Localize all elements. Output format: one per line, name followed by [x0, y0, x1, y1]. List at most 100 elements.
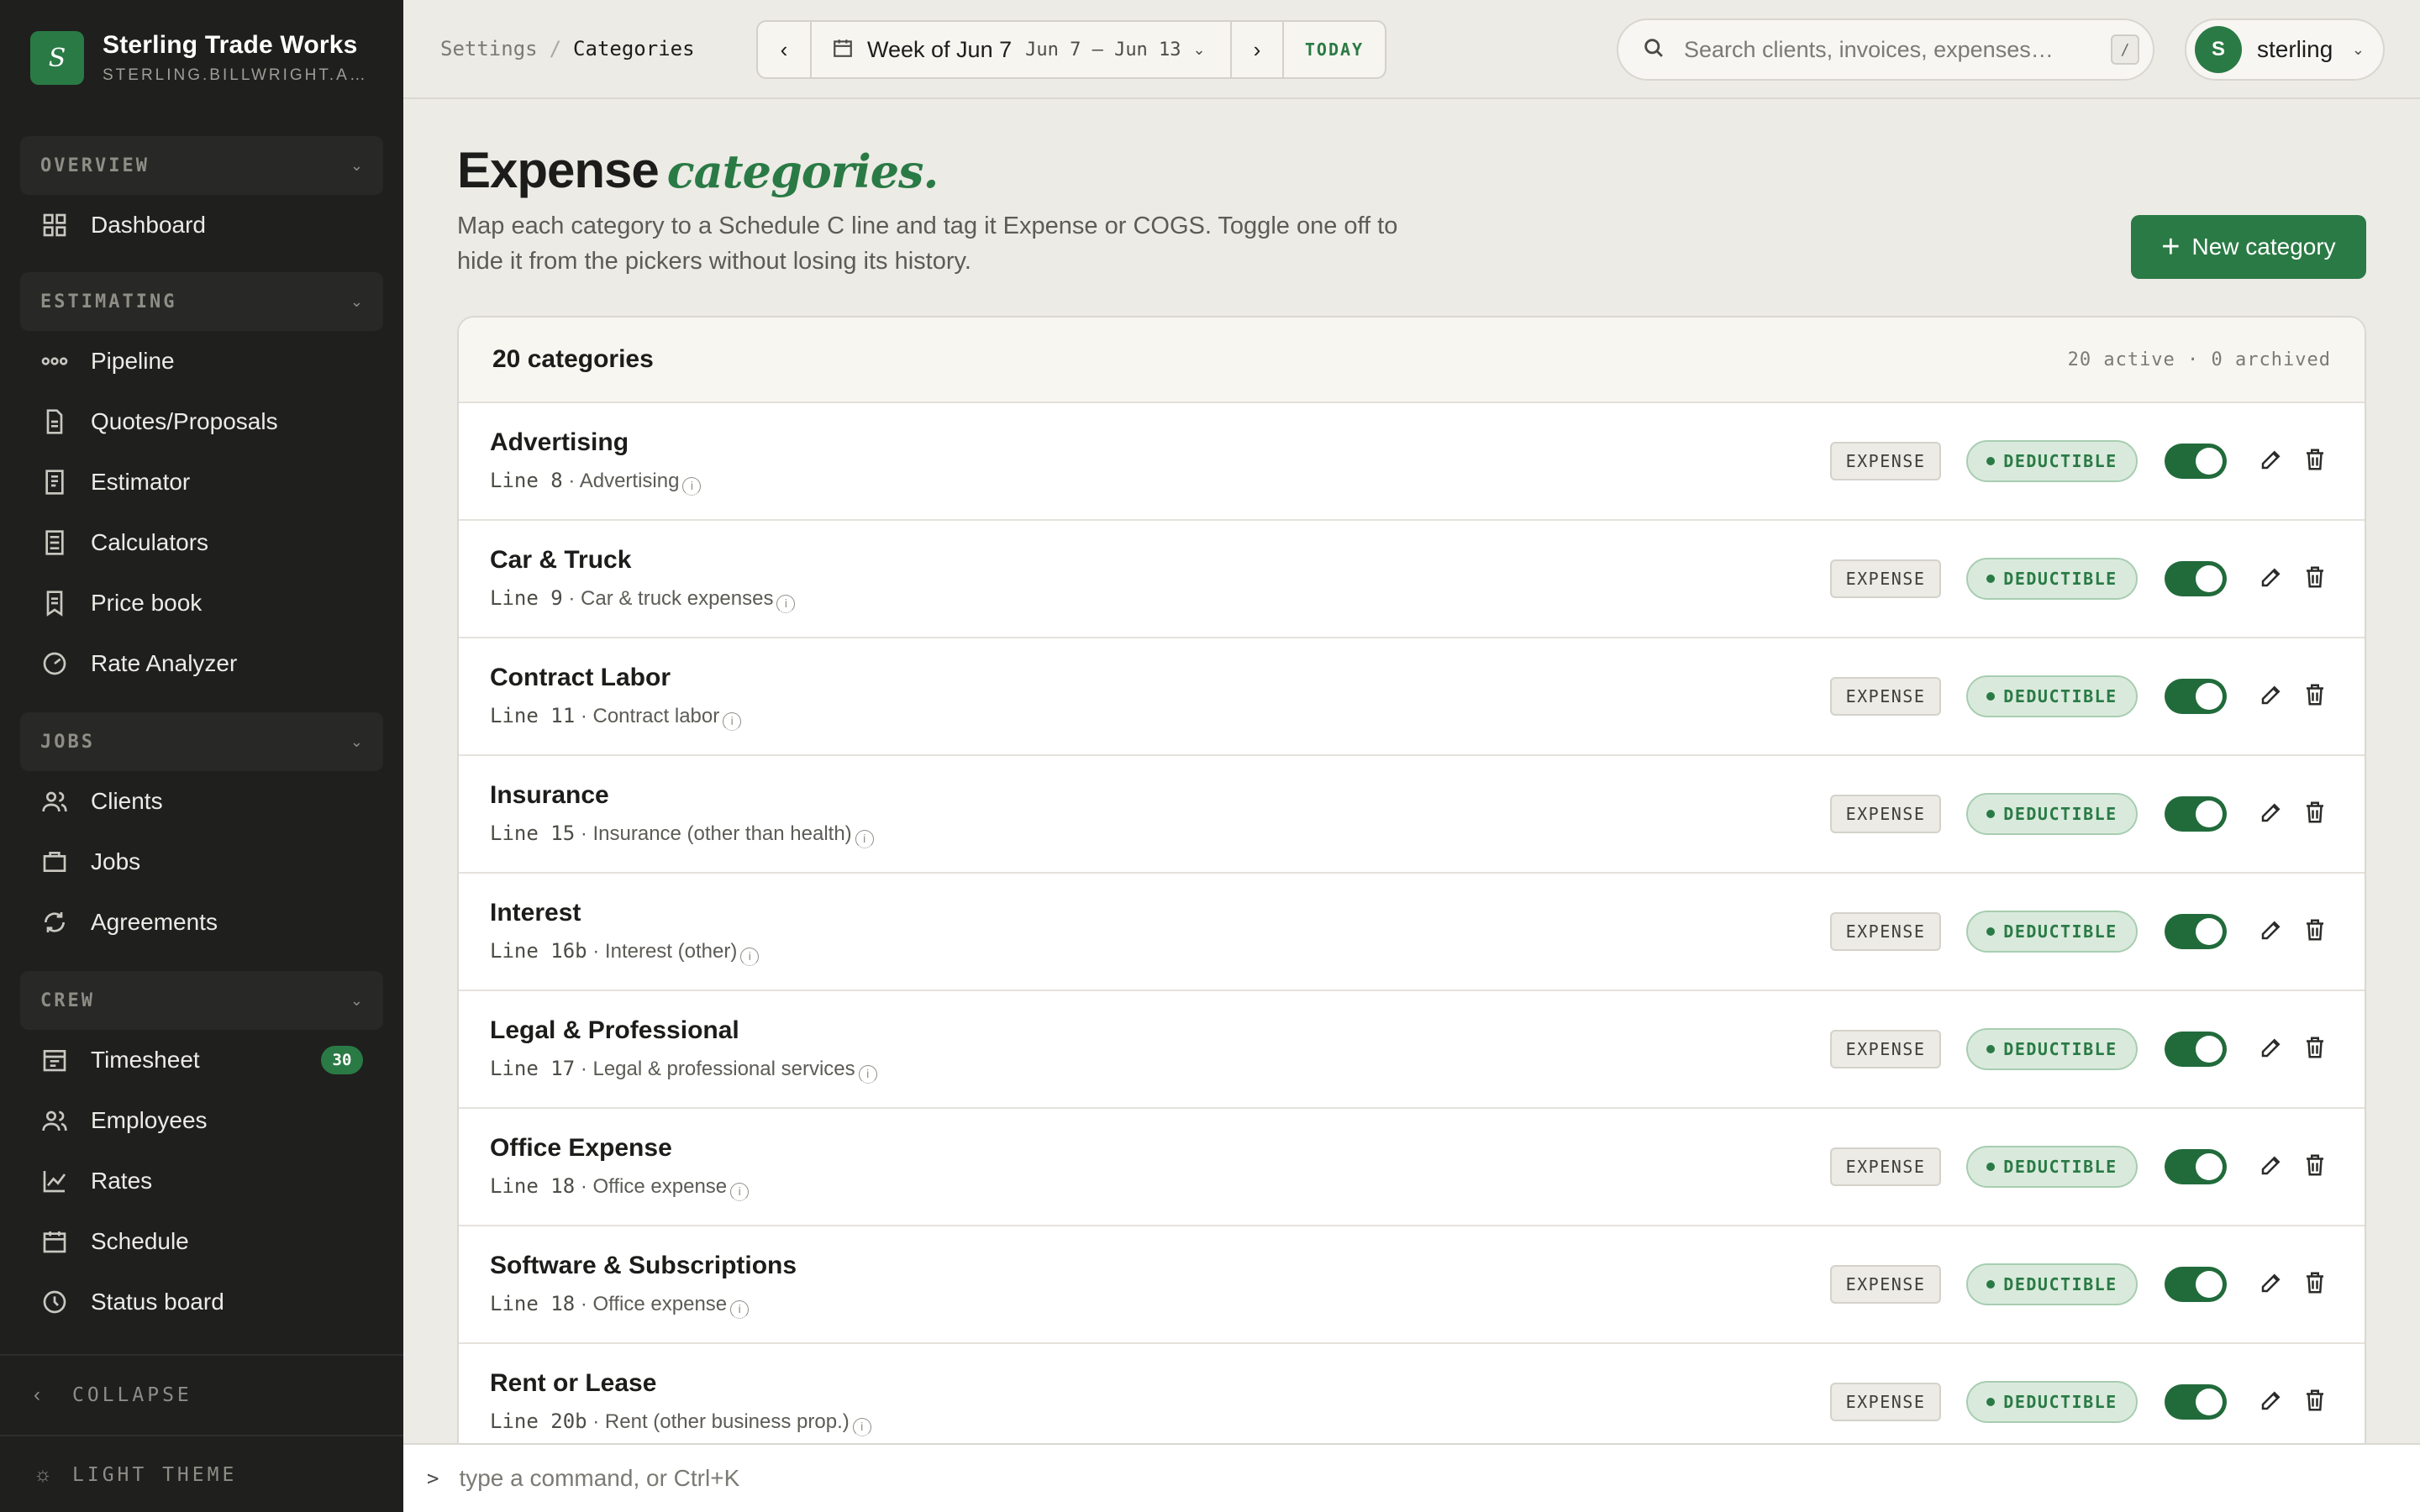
- type-badge: EXPENSE: [1830, 442, 1941, 480]
- trash-icon[interactable]: [2302, 682, 2329, 709]
- theme-toggle-button[interactable]: ☼ LIGHT THEME: [0, 1435, 403, 1512]
- sidebar-item-rates[interactable]: Rates: [20, 1151, 383, 1211]
- deductible-badge: DEDUCTIBLE: [1966, 1028, 2138, 1070]
- trash-icon[interactable]: [2302, 1035, 2329, 1062]
- sidebar-item-price-book[interactable]: Price book: [20, 573, 383, 633]
- trash-icon[interactable]: [2302, 800, 2329, 827]
- category-name[interactable]: Legal & Professional: [490, 1016, 739, 1045]
- brand[interactable]: S Sterling Trade Works STERLING.BILLWRIG…: [0, 0, 403, 116]
- enabled-toggle[interactable]: [2165, 796, 2227, 832]
- info-icon[interactable]: i: [855, 830, 874, 848]
- sidebar-item-clients[interactable]: Clients: [20, 771, 383, 832]
- info-icon[interactable]: i: [776, 595, 796, 613]
- status-dot-icon: [1986, 1398, 1996, 1406]
- trash-icon[interactable]: [2302, 917, 2329, 944]
- sidebar-item-schedule[interactable]: Schedule: [20, 1211, 383, 1272]
- refresh-icon: [40, 908, 69, 937]
- category-name[interactable]: Interest: [490, 899, 581, 927]
- edit-icon[interactable]: [2259, 564, 2286, 591]
- info-icon[interactable]: i: [723, 712, 742, 731]
- next-week-button[interactable]: ›: [1232, 22, 1284, 77]
- category-name[interactable]: Contract Labor: [490, 664, 671, 692]
- category-name[interactable]: Car & Truck: [490, 546, 631, 575]
- category-schedule-line: Line 11 · Contract labor i: [490, 704, 742, 731]
- edit-icon[interactable]: [2259, 1035, 2286, 1062]
- breadcrumb-settings[interactable]: Settings: [440, 37, 538, 60]
- prev-week-button[interactable]: ‹: [758, 22, 810, 77]
- enabled-toggle[interactable]: [2165, 1032, 2227, 1067]
- sidebar-item-jobs[interactable]: Jobs: [20, 832, 383, 892]
- enabled-toggle[interactable]: [2165, 1267, 2227, 1302]
- trash-icon[interactable]: [2302, 1270, 2329, 1297]
- edit-icon[interactable]: [2259, 800, 2286, 827]
- sidebar-item-calculators[interactable]: Calculators: [20, 512, 383, 573]
- schedule-line-number: Line 18: [490, 1174, 576, 1198]
- type-badge: EXPENSE: [1830, 912, 1941, 951]
- sidebar-item-rate-analyzer[interactable]: Rate Analyzer: [20, 633, 383, 694]
- info-icon[interactable]: i: [730, 1183, 750, 1201]
- sidebar-item-agreements[interactable]: Agreements: [20, 892, 383, 953]
- sidebar-item-timesheet[interactable]: Timesheet 30: [20, 1030, 383, 1090]
- category-row: Software & Subscriptions Line 18 · Office…: [459, 1226, 2365, 1344]
- chevron-down-icon: ⌄: [1192, 40, 1206, 58]
- info-icon[interactable]: i: [730, 1300, 750, 1319]
- command-prompt: >: [427, 1467, 439, 1490]
- chevron-left-icon: ‹: [780, 36, 788, 62]
- category-schedule-line: Line 9 · Car & truck expenses i: [490, 586, 796, 613]
- sidebar-item-dashboard[interactable]: Dashboard: [20, 195, 383, 255]
- trash-icon[interactable]: [2302, 447, 2329, 474]
- search-icon: [1642, 36, 1665, 64]
- enabled-toggle[interactable]: [2165, 1384, 2227, 1420]
- category-name[interactable]: Advertising: [490, 428, 629, 457]
- edit-icon[interactable]: [2259, 447, 2286, 474]
- sidebar-item-label: Rates: [91, 1168, 153, 1194]
- info-icon[interactable]: i: [740, 948, 760, 966]
- main-content: Expense categories. Map each category to …: [457, 99, 2366, 1512]
- enabled-toggle[interactable]: [2165, 1149, 2227, 1184]
- schedule-line-number: Line 18: [490, 1292, 576, 1315]
- info-icon[interactable]: i: [858, 1065, 877, 1084]
- edit-icon[interactable]: [2259, 682, 2286, 709]
- category-name[interactable]: Rent or Lease: [490, 1369, 656, 1398]
- enabled-toggle[interactable]: [2165, 679, 2227, 714]
- timesheet-icon: [40, 1046, 69, 1074]
- categories-panel: 20 categories 20 active · 0 archived Adv…: [457, 316, 2366, 1512]
- nav-section-estimating[interactable]: ESTIMATING ⌄: [20, 272, 383, 331]
- today-button[interactable]: TODAY: [1284, 22, 1385, 77]
- sidebar-item-status-board[interactable]: Status board: [20, 1272, 383, 1332]
- week-selector[interactable]: Week of Jun 7 Jun 7 – Jun 13 ⌄: [810, 22, 1232, 77]
- enabled-toggle[interactable]: [2165, 914, 2227, 949]
- schedule-line-separator: ·: [587, 1410, 605, 1433]
- sidebar-item-pipeline[interactable]: Pipeline: [20, 331, 383, 391]
- category-name[interactable]: Office Expense: [490, 1134, 672, 1163]
- collapse-button[interactable]: ‹ COLLAPSE: [0, 1356, 403, 1435]
- info-icon[interactable]: i: [852, 1418, 871, 1436]
- nav-section-jobs[interactable]: JOBS ⌄: [20, 712, 383, 771]
- edit-icon[interactable]: [2259, 917, 2286, 944]
- chevron-left-icon: ‹: [34, 1383, 40, 1406]
- trash-icon[interactable]: [2302, 564, 2329, 591]
- category-row: Contract Labor Line 11 · Contract labor i E…: [459, 638, 2365, 756]
- new-category-button[interactable]: + New category: [2131, 215, 2366, 279]
- command-bar[interactable]: > type a command, or Ctrl+K: [403, 1443, 2420, 1512]
- nav-section-crew[interactable]: CREW ⌄: [20, 971, 383, 1030]
- user-name: sterling: [2257, 36, 2333, 62]
- sidebar-item-estimator[interactable]: Estimator: [20, 452, 383, 512]
- trash-icon[interactable]: [2302, 1388, 2329, 1415]
- info-icon[interactable]: i: [682, 477, 702, 496]
- brand-logo: S: [30, 31, 84, 85]
- edit-icon[interactable]: [2259, 1388, 2286, 1415]
- deductible-label: DEDUCTIBLE: [2003, 1157, 2118, 1177]
- edit-icon[interactable]: [2259, 1152, 2286, 1179]
- trash-icon[interactable]: [2302, 1152, 2329, 1179]
- search-input[interactable]: Search clients, invoices, expenses… /: [1617, 18, 2154, 81]
- category-name[interactable]: Insurance: [490, 781, 609, 810]
- nav-section-overview[interactable]: OVERVIEW ⌄: [20, 136, 383, 195]
- sidebar-item-employees[interactable]: Employees: [20, 1090, 383, 1151]
- account-menu[interactable]: S sterling ⌄: [2185, 18, 2385, 81]
- enabled-toggle[interactable]: [2165, 444, 2227, 479]
- sidebar-item-quotes[interactable]: Quotes/Proposals: [20, 391, 383, 452]
- enabled-toggle[interactable]: [2165, 561, 2227, 596]
- category-name[interactable]: Software & Subscriptions: [490, 1252, 797, 1280]
- edit-icon[interactable]: [2259, 1270, 2286, 1297]
